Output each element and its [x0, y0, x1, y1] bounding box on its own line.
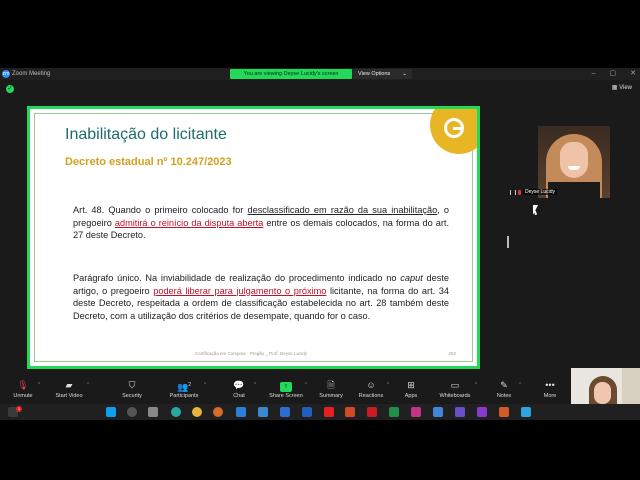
chrome-icon[interactable]: [192, 407, 202, 417]
unmute-label: Unmute: [13, 393, 33, 399]
logo-icon: [430, 109, 477, 154]
participants-count: 2: [188, 382, 191, 388]
firefox-icon[interactable]: [213, 407, 223, 417]
slide-page-number: 252: [448, 351, 456, 356]
security-label: Security: [122, 393, 142, 399]
grid-icon: ▦: [611, 85, 618, 91]
office-icon[interactable]: [345, 407, 355, 417]
start-video-button[interactable]: ▰ Start Video: [47, 378, 91, 400]
zoom-icon[interactable]: [258, 407, 268, 417]
summary-button[interactable]: 🗎 Summary: [309, 378, 353, 400]
highlighted-text: admitirá o reinício da disputa aberta: [114, 217, 264, 228]
video-off-icon: ▰: [65, 380, 73, 390]
share-arrow-icon: ↑: [280, 382, 292, 392]
more-dots-icon: •••: [545, 380, 555, 390]
view-button-label: View: [619, 85, 632, 91]
youtube-icon[interactable]: [324, 407, 334, 417]
slide-footer: Certificação em Compras - Pregão _ Prof.…: [195, 351, 308, 356]
notes-label: Notes: [496, 393, 512, 399]
view-options-button[interactable]: View Options ⌄: [352, 69, 412, 79]
slide-paragraph-unico: Parágrafo único. Na inviabilidade de rea…: [73, 272, 449, 322]
instagram-icon[interactable]: [411, 407, 421, 417]
chevron-up-icon[interactable]: ⌃: [518, 382, 522, 388]
outlook-icon[interactable]: [302, 407, 312, 417]
app-icon[interactable]: [521, 407, 531, 417]
viewing-screen-banner: You are viewing Deyse Lucidy's screen: [230, 69, 352, 79]
participant-label: Deyse Lucidy: [510, 188, 558, 196]
powerpoint-icon[interactable]: [499, 407, 509, 417]
text-segment: Parágrafo único. Na inviabilidade de rea…: [73, 273, 401, 283]
notification-badge: 1: [16, 406, 22, 412]
whiteboards-button[interactable]: ▭ Whiteboards: [433, 378, 477, 400]
edge-icon[interactable]: [171, 407, 181, 417]
share-screen-icon-wrap: ↑: [264, 378, 308, 392]
minimize-button[interactable]: –: [592, 69, 596, 79]
participant-name: Deyse Lucidy: [523, 189, 558, 195]
screen: zm Zoom Meeting You are viewing Deyse Lu…: [0, 0, 640, 480]
app-icon[interactable]: [455, 407, 465, 417]
netflix-icon[interactable]: [367, 407, 377, 417]
apps-grid-icon: ⊞: [407, 380, 415, 390]
task-view-icon[interactable]: [148, 407, 158, 417]
highlighted-text: poderá liberar para julgamento o próximo: [153, 285, 327, 296]
window-controls: – ▢ ✕: [592, 69, 636, 79]
security-shield-icon[interactable]: ✓: [6, 85, 14, 93]
mouse-cursor-icon: [533, 205, 538, 215]
shield-icon: ⛉: [128, 380, 136, 390]
maximize-button[interactable]: ▢: [610, 69, 617, 79]
presentation-slide: Inabilitação do licitante Decreto estadu…: [34, 109, 477, 362]
chat-label: Chat: [233, 393, 245, 399]
excel-icon[interactable]: [389, 407, 399, 417]
chevron-up-icon[interactable]: ⌃: [474, 382, 478, 388]
app-icon[interactable]: [477, 407, 487, 417]
view-button[interactable]: ▦ View: [612, 84, 632, 91]
signal-bars-icon: [510, 189, 516, 195]
text-segment: Art. 48. Quando o primeiro colocado for: [73, 205, 248, 215]
summary-label: Summary: [319, 393, 343, 399]
slide-title: Inabilitação do licitante: [65, 126, 227, 143]
share-screen-label: Share Screen: [269, 393, 303, 399]
more-label: More: [543, 393, 557, 399]
participants-label: Participants: [169, 393, 199, 399]
whiteboard-icon: ▭: [450, 380, 460, 390]
italic-text: caput: [400, 273, 423, 283]
participants-button[interactable]: 👥2 Participants: [162, 378, 206, 400]
panel-resize-handle[interactable]: [507, 236, 509, 248]
participants-icon: 👥2: [177, 382, 191, 392]
chevron-up-icon[interactable]: ⌃: [86, 382, 90, 388]
apps-button[interactable]: ⊞ Apps: [389, 378, 433, 400]
security-button[interactable]: ⛉ Security: [110, 378, 154, 400]
reactions-label: Reactions: [358, 393, 384, 399]
zoom-app-icon: zm: [2, 70, 10, 78]
whiteboards-label: Whiteboards: [439, 393, 471, 399]
window-title: Zoom Meeting: [12, 71, 51, 77]
muted-mic-icon: [518, 189, 521, 195]
chevron-up-icon[interactable]: ⌃: [203, 382, 207, 388]
search-icon[interactable]: [127, 407, 137, 417]
meeting-area: ✓ ▦ View Inabilitação do licitante Decre…: [0, 80, 640, 376]
word-icon[interactable]: [280, 407, 290, 417]
meeting-toolbar: 🎙 Unmute ⌃ ▰ Start Video ⌃ ⛉ Security 👥2…: [0, 376, 640, 404]
store-icon[interactable]: [236, 407, 246, 417]
more-button[interactable]: ••• More: [528, 378, 572, 400]
chevron-up-icon[interactable]: ⌃: [253, 382, 257, 388]
start-video-label: Start Video: [55, 393, 83, 399]
chevron-down-icon: ⌄: [402, 71, 407, 77]
slide-paragraph-art48: Art. 48. Quando o primeiro colocado for …: [73, 204, 449, 242]
share-screen-button[interactable]: ↑ Share Screen: [264, 378, 308, 400]
apps-label: Apps: [404, 393, 418, 399]
chevron-up-icon[interactable]: ⌃: [304, 382, 308, 388]
windows-start-icon[interactable]: [106, 407, 116, 417]
slide-subtitle: Decreto estadual nº 10.247/2023: [65, 156, 232, 168]
view-options-label: View Options: [358, 71, 391, 77]
close-button[interactable]: ✕: [630, 69, 636, 79]
app-icon[interactable]: [433, 407, 443, 417]
os-taskbar: 1: [0, 404, 640, 420]
title-bar: zm Zoom Meeting You are viewing Deyse Lu…: [0, 68, 640, 80]
underlined-text: desclassificado em razão da sua inabilit…: [247, 205, 438, 215]
summary-doc-icon: 🗎: [327, 380, 335, 390]
chevron-up-icon[interactable]: ⌃: [37, 382, 41, 388]
shared-screen[interactable]: Inabilitação do licitante Decreto estadu…: [27, 106, 480, 369]
